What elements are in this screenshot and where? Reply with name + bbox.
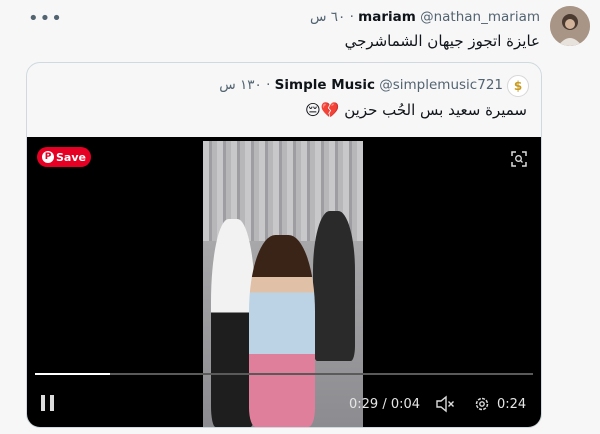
settings-gear-icon[interactable] (473, 395, 491, 413)
video-progress-bar[interactable] (35, 373, 533, 375)
tweet-time[interactable]: ٦٠ س (310, 9, 345, 25)
author-name[interactable]: mariam (358, 9, 416, 25)
separator-dot: · (349, 9, 354, 25)
duration-time: 0:04 (390, 397, 421, 412)
quote-time[interactable]: ١٣٠ س (219, 77, 262, 93)
quote-author-name[interactable]: Simple Music (275, 77, 375, 93)
avatar-photo (550, 6, 590, 46)
tweet: ••• mariam @nathan_mariam · ٦٠ س عايزة ا… (0, 0, 600, 434)
pause-icon[interactable] (41, 395, 55, 411)
tweet-text: عايزة اتجوز جيهان الشماشرجي (344, 32, 540, 50)
remaining-time: 0:24 (497, 397, 527, 412)
mute-icon[interactable] (435, 395, 455, 413)
quote-author-handle[interactable]: @simplemusic721 (379, 77, 503, 93)
pinterest-save-button[interactable]: P Save (37, 147, 91, 167)
video-player[interactable]: P Save 0:29 / 0:04 0:24 (27, 137, 541, 427)
time-separator: / (382, 397, 391, 412)
quote-header: Simple Music @simplemusic721 · ١٣٠ س (219, 77, 503, 93)
quote-separator-dot: · (266, 77, 271, 93)
quote-text: سميرة سعيد بس الحُب حزين 💔😔 (305, 101, 527, 119)
more-options-icon[interactable]: ••• (28, 8, 63, 29)
tweet-header: mariam @nathan_mariam · ٦٠ س (310, 9, 540, 25)
avatar[interactable] (550, 6, 590, 46)
video-time: 0:29 / 0:04 (349, 397, 420, 412)
save-label: Save (56, 150, 86, 164)
quote-avatar[interactable]: $ (507, 75, 529, 97)
elapsed-time: 0:29 (349, 397, 379, 412)
video-controls: 0:29 / 0:04 0:24 (27, 389, 541, 419)
visual-search-icon[interactable] (511, 151, 527, 167)
video-progress-fill (35, 373, 110, 375)
video-frame (203, 141, 363, 427)
pinterest-icon: P (42, 151, 54, 163)
author-handle[interactable]: @nathan_mariam (420, 9, 540, 25)
video-person-right (313, 211, 355, 361)
quoted-tweet[interactable]: $ Simple Music @simplemusic721 · ١٣٠ س س… (26, 62, 542, 428)
